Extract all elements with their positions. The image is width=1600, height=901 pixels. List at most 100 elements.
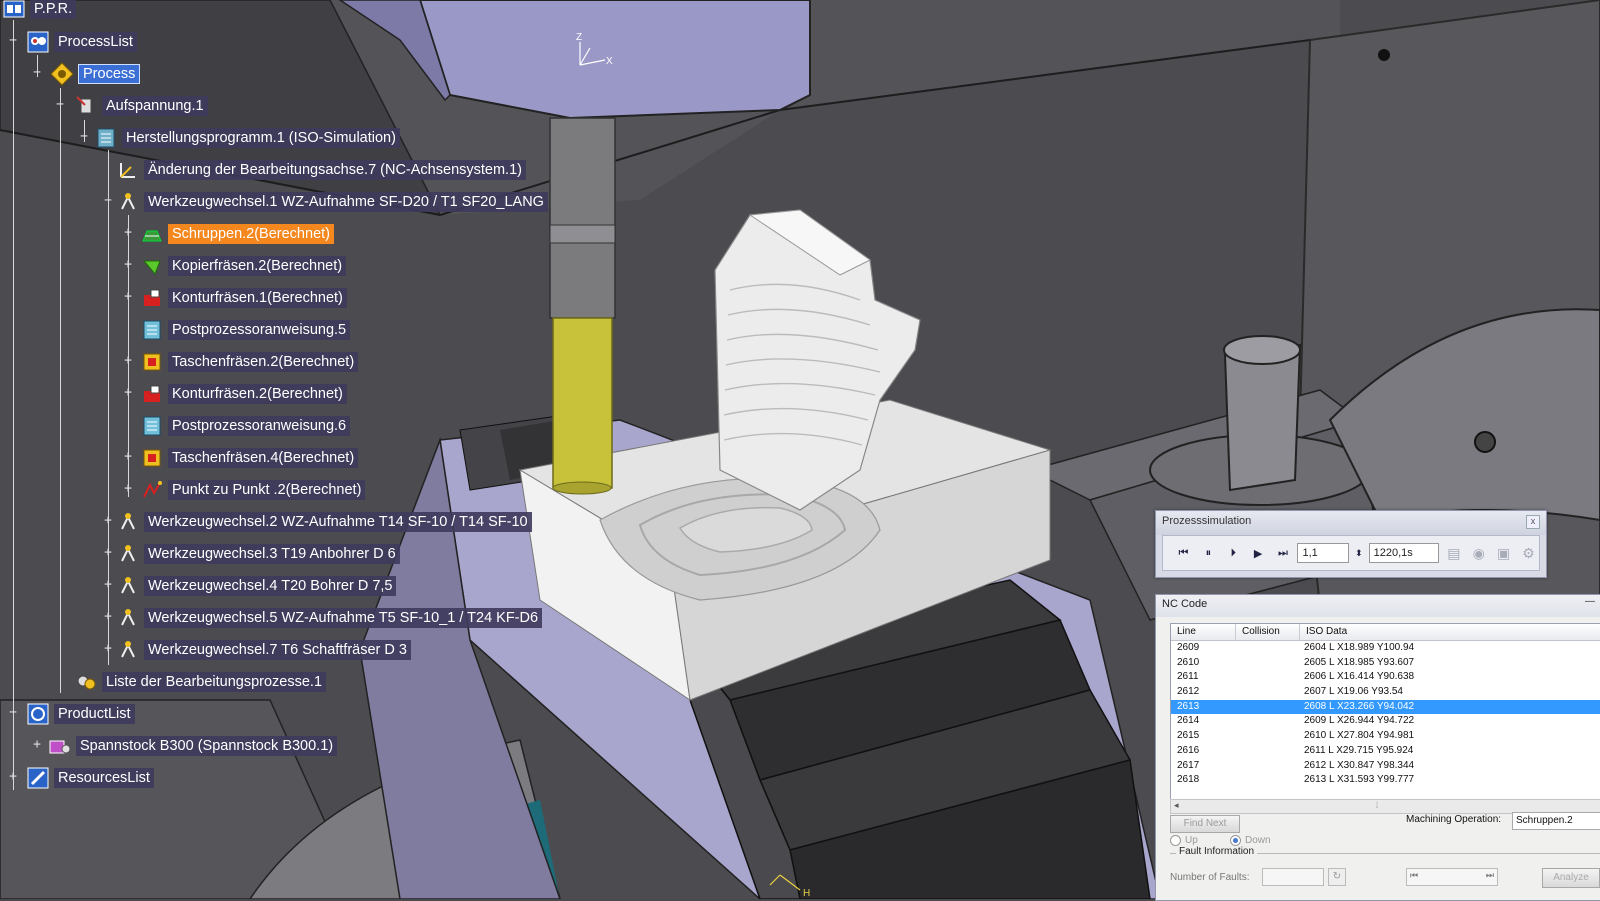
time-input[interactable]: 1220,1s [1368, 543, 1440, 563]
tree-node-postprozessor-6[interactable]: Postprozessoranweisung.6 [140, 414, 351, 438]
cell-line: 2615 [1177, 730, 1200, 742]
save-button[interactable]: ▣ [1493, 542, 1514, 564]
tree-node-taschenfraesen-4[interactable]: Taschenfräsen.4(Berechnet) [140, 446, 359, 470]
skip-to-start-button[interactable]: ⏮ [1173, 542, 1194, 564]
column-header-collision[interactable]: Collision [1236, 624, 1300, 640]
tree-node-process[interactable]: Process [50, 62, 141, 86]
tree-node-punkt-zu-punkt[interactable]: Punkt zu Punkt .2(Berechnet) [140, 478, 366, 502]
cell-line: 2614 [1177, 715, 1200, 727]
play-button[interactable]: ▶ [1248, 542, 1269, 564]
process-icon [50, 62, 74, 86]
tree-node-resourceslist[interactable]: ResourcesList [26, 766, 154, 790]
column-header-line[interactable]: Line [1171, 624, 1236, 640]
table-row[interactable]: 2616 2611 L X29.715 Y95.924 [1171, 744, 1600, 759]
expand-icon[interactable]: + [103, 578, 113, 591]
step-forward-button[interactable]: ⏵ [1223, 542, 1244, 564]
tree-node-processlist[interactable]: ProcessList [26, 30, 137, 54]
process-simulation-toolbar[interactable]: Prozesssimulation x ⏮ ⏸ ⏵ ▶ ⏭ 1,1 ⬍ 1220… [1155, 510, 1547, 578]
tree-node-kopierfraesen[interactable]: Kopierfräsen.2(Berechnet) [140, 254, 347, 278]
search-down-radio[interactable]: Down [1230, 835, 1271, 846]
collapse-icon[interactable]: − [8, 34, 18, 47]
next-fault-icon[interactable]: ⏭ [1486, 870, 1494, 881]
expand-icon[interactable]: + [8, 770, 18, 783]
tree-node-spannstock[interactable]: Spannstock B300 (Spannstock B300.1) [48, 734, 338, 758]
column-header-iso-data[interactable]: ISO Data [1300, 624, 1600, 640]
specification-tree[interactable]: P.P.R. − ProcessList − Process − Aufspan… [0, 0, 620, 899]
step-spinner[interactable]: ⬍ [1353, 542, 1364, 564]
table-row[interactable]: 2618 2613 L X31.593 Y99.777 [1171, 773, 1600, 788]
tree-node-taschenfraesen-2[interactable]: Taschenfräsen.2(Berechnet) [140, 350, 359, 374]
tree-node-postprozessor-5[interactable]: Postprozessoranweisung.5 [140, 318, 351, 342]
rotary-cylinder-top [1223, 335, 1301, 365]
tool-change-icon [116, 510, 140, 534]
collapse-icon[interactable]: − [79, 130, 89, 143]
tree-node-werkzeugwechsel-2[interactable]: Werkzeugwechsel.2 WZ-Aufnahme T14 SF-10 … [116, 510, 532, 534]
find-next-button[interactable]: Find Next [1170, 815, 1240, 833]
tree-label: Werkzeugwechsel.1 WZ-Aufnahme SF-D20 / T… [144, 192, 548, 212]
camera-icon: ◉ [1472, 544, 1485, 561]
table-row[interactable]: 2615 2610 L X27.804 Y94.981 [1171, 729, 1600, 744]
tree-label: Werkzeugwechsel.4 T20 Bohrer D 7,5 [144, 576, 397, 596]
table-row[interactable]: 2614 2609 L X26.944 Y94.722 [1171, 714, 1600, 729]
scroll-thumb-grip-icon[interactable]: ⦙ [1376, 800, 1378, 811]
tree-node-werkzeugwechsel-4[interactable]: Werkzeugwechsel.4 T20 Bohrer D 7,5 [116, 574, 397, 598]
close-button[interactable]: x [1526, 515, 1540, 529]
fault-navigator[interactable]: ⏮ ⏭ [1406, 868, 1498, 886]
expand-icon[interactable]: + [103, 514, 113, 527]
tree-node-schruppen[interactable]: Schruppen.2(Berechnet) [140, 222, 334, 246]
nc-code-panel[interactable]: NC Code — Line Collision ISO Data 2609 26… [1155, 594, 1600, 901]
report-button[interactable]: ▤ [1443, 542, 1464, 564]
collapse-icon[interactable]: − [32, 66, 42, 79]
expand-icon[interactable]: + [103, 610, 113, 623]
table-row[interactable]: 2617 2612 L X30.847 Y98.344 [1171, 759, 1600, 774]
collapse-icon[interactable]: − [55, 98, 65, 111]
expand-icon[interactable]: + [123, 482, 133, 495]
expand-icon[interactable]: + [123, 354, 133, 367]
machining-operation-field[interactable]: Schruppen.2 [1512, 812, 1600, 830]
expand-icon[interactable]: + [123, 226, 133, 239]
tree-label: Taschenfräsen.2(Berechnet) [168, 352, 359, 372]
table-row-selected[interactable]: 2613 2608 L X23.266 Y94.042 [1171, 699, 1600, 715]
skip-to-end-button[interactable]: ⏭ [1273, 542, 1294, 564]
expand-icon[interactable]: + [123, 450, 133, 463]
minimize-button[interactable]: — [1583, 597, 1597, 608]
analyze-button[interactable]: Analyze [1542, 868, 1600, 888]
tree-node-bearbeitungsprozesse[interactable]: Liste der Bearbeitungsprozesse.1 [74, 670, 327, 694]
expand-icon[interactable]: + [103, 642, 113, 655]
tree-node-werkzeugwechsel-3[interactable]: Werkzeugwechsel.3 T19 Anbohrer D 6 [116, 542, 400, 566]
expand-icon[interactable]: + [103, 546, 113, 559]
expand-icon[interactable]: + [123, 258, 133, 271]
refresh-icon[interactable]: ↻ [1328, 868, 1346, 886]
step-input[interactable]: 1,1 [1297, 543, 1350, 563]
expand-icon[interactable]: + [32, 738, 42, 751]
table-row[interactable]: 2611 2606 L X16.414 Y90.638 [1171, 670, 1600, 685]
table-row[interactable]: 2609 2604 L X18.989 Y100.94 [1171, 641, 1600, 656]
tree-node-productlist[interactable]: ProductList [26, 702, 135, 726]
collapse-icon[interactable]: − [103, 194, 113, 207]
skip-back-icon: ⏮ [1178, 546, 1189, 559]
tree-node-achsenaenderung[interactable]: Änderung der Bearbeitungsachse.7 (NC-Ach… [116, 158, 526, 182]
scroll-left-icon[interactable]: ◂ [1174, 800, 1179, 811]
tree-node-werkzeugwechsel-7[interactable]: Werkzeugwechsel.7 T6 Schaftfräser D 3 [116, 638, 411, 662]
collapse-icon[interactable]: − [8, 706, 18, 719]
expand-icon[interactable]: + [123, 386, 133, 399]
settings-button[interactable]: ⚙ [1518, 542, 1539, 564]
tree-node-werkzeugwechsel-1[interactable]: Werkzeugwechsel.1 WZ-Aufnahme SF-D20 / T… [116, 190, 548, 214]
pause-button[interactable]: ⏸ [1198, 542, 1219, 564]
nc-code-table[interactable]: Line Collision ISO Data 2609 2604 L X18.9… [1170, 623, 1600, 801]
cell-line: 2611 [1177, 671, 1199, 683]
search-up-radio[interactable]: Up [1170, 835, 1198, 846]
tool-change-icon [116, 190, 140, 214]
pause-icon: ⏸ [1205, 546, 1212, 559]
tree-node-ppr[interactable]: P.P.R. [2, 0, 77, 21]
tree-node-werkzeugwechsel-5[interactable]: Werkzeugwechsel.5 WZ-Aufnahme T5 SF-10_1… [116, 606, 543, 630]
tree-node-konturfraesen-2[interactable]: Konturfräsen.2(Berechnet) [140, 382, 347, 406]
table-row[interactable]: 2612 2607 L X19.06 Y93.54 [1171, 685, 1600, 700]
table-row[interactable]: 2610 2605 L X18.985 Y93.607 [1171, 656, 1600, 671]
expand-icon[interactable]: + [123, 290, 133, 303]
tree-node-aufspannung[interactable]: Aufspannung.1 [74, 94, 208, 118]
previous-fault-icon[interactable]: ⏮ [1410, 870, 1418, 881]
tree-node-konturfraesen-1[interactable]: Konturfräsen.1(Berechnet) [140, 286, 347, 310]
camera-button[interactable]: ◉ [1468, 542, 1489, 564]
tree-node-herstellungsprogramm[interactable]: Herstellungsprogramm.1 (ISO-Simulation) [94, 126, 400, 150]
